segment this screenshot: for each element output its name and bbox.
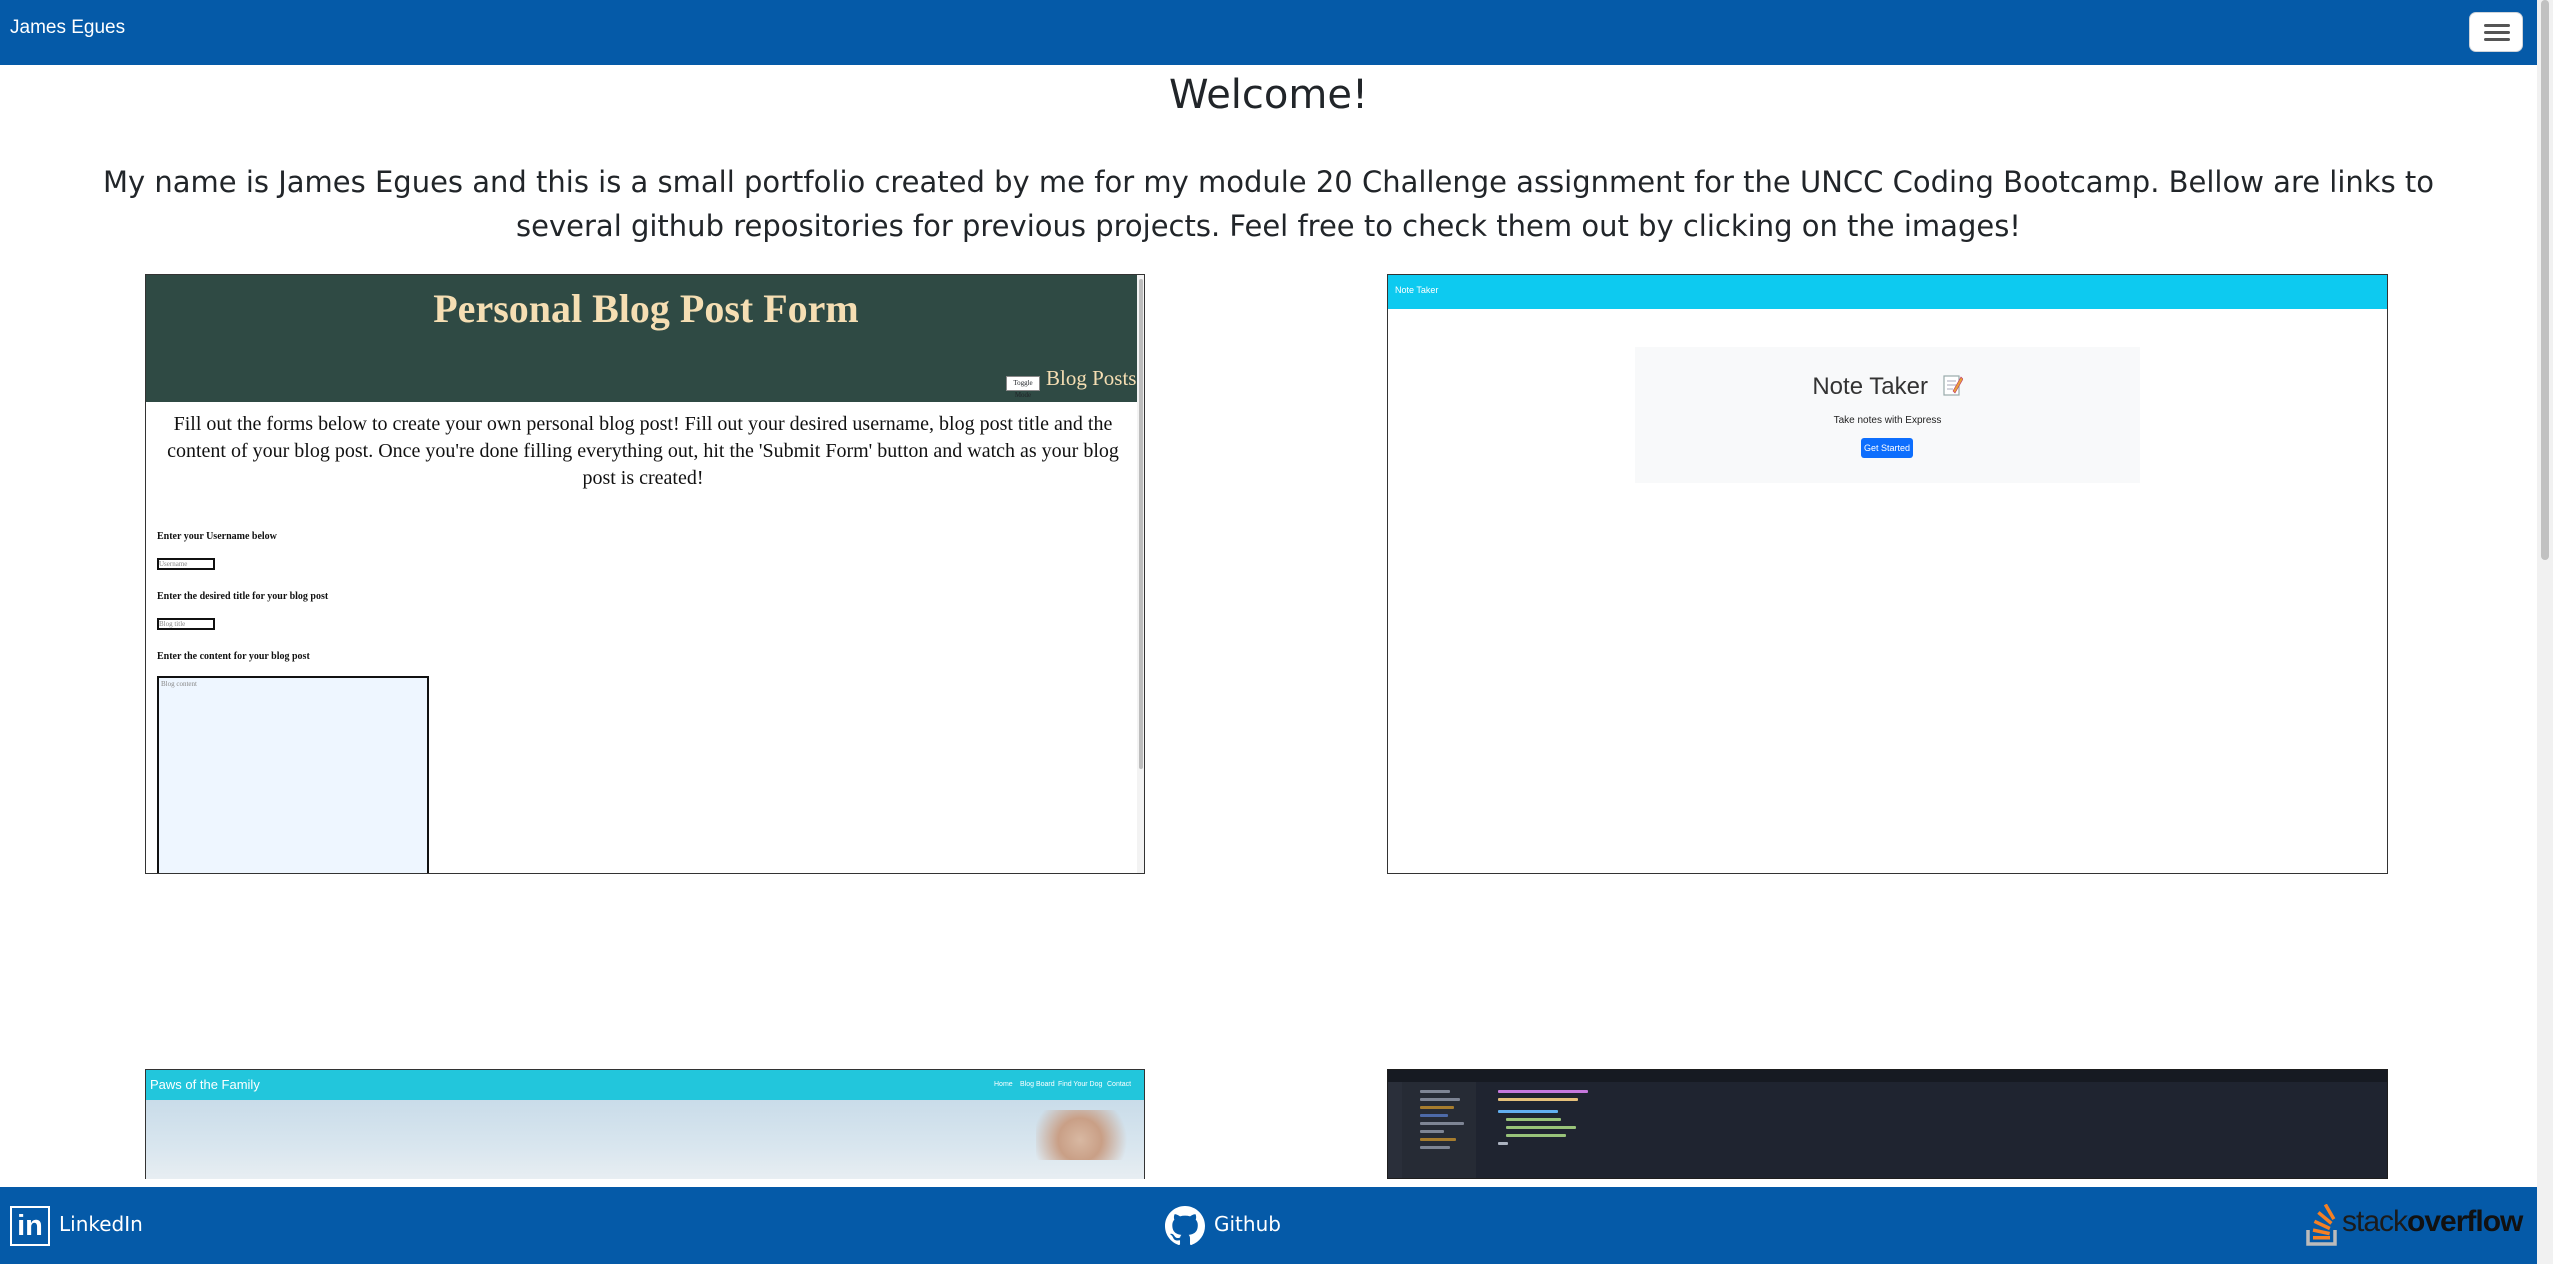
code-editor-image bbox=[1388, 1070, 2387, 1178]
paws-nav-find-your-dog: Find Your Dog bbox=[1058, 1081, 1103, 1088]
blog-title: Personal Blog Post Form bbox=[433, 286, 859, 331]
stackoverflow-link[interactable]: stackoverflow bbox=[2342, 1205, 2523, 1239]
project-card-blog[interactable]: Personal Blog Post Form Toggle Mode Blog… bbox=[145, 274, 1145, 874]
intro-paragraph: My name is James Egues and this is a sma… bbox=[102, 165, 2435, 243]
get-started-button: Get Started bbox=[1861, 438, 1913, 458]
preview-scrollbar-thumb bbox=[1139, 279, 1143, 769]
paws-navbar: Paws of the Family Home Blog Board Find … bbox=[146, 1070, 1144, 1100]
stackoverflow-text-b: overflow bbox=[2407, 1205, 2523, 1238]
hamburger-icon-bar bbox=[2484, 38, 2510, 41]
toggle-mode-button: Toggle Mode bbox=[1006, 376, 1040, 399]
github-icon[interactable] bbox=[1165, 1206, 1205, 1246]
hamburger-icon bbox=[2484, 24, 2510, 27]
menu-toggle-button[interactable] bbox=[2469, 12, 2523, 52]
notetaker-title-text: Note Taker bbox=[1812, 373, 1928, 400]
code-editor-explorer bbox=[1402, 1082, 1476, 1178]
blog-posts-link: Blog Posts bbox=[1046, 366, 1137, 390]
paws-nav-blog-board: Blog Board bbox=[1020, 1081, 1055, 1088]
blog-title-label: Enter the desired title for your blog po… bbox=[157, 591, 329, 602]
notetaker-navbar: Note Taker bbox=[1388, 275, 2387, 309]
page-scrollbar-thumb[interactable] bbox=[2541, 0, 2549, 560]
project-card-notetaker[interactable]: Note Taker Note Taker Take notes with Ex… bbox=[1387, 274, 2388, 874]
notetaker-subtitle: Take notes with Express bbox=[1833, 415, 1942, 426]
blog-title-field: Blog title bbox=[157, 618, 215, 630]
notetaker-jumbotron: Note Taker Take notes with Express Get S… bbox=[1635, 347, 2140, 483]
github-link[interactable]: Github bbox=[1214, 1212, 1281, 1236]
username-label: Enter your Username below bbox=[157, 531, 277, 542]
page-title: Welcome! bbox=[1168, 72, 1368, 118]
blog-content-label: Enter the content for your blog post bbox=[157, 651, 310, 662]
code-editor-titlebar bbox=[1388, 1070, 2387, 1082]
notetaker-title: Note Taker bbox=[1635, 373, 2140, 401]
paws-nav-home: Home bbox=[994, 1081, 1013, 1088]
navbar: James Egues bbox=[0, 0, 2537, 65]
paws-hero-blossom bbox=[1036, 1110, 1144, 1160]
project-card-code[interactable] bbox=[1387, 1069, 2388, 1179]
paws-hero-image bbox=[146, 1100, 1144, 1179]
paws-brand: Paws of the Family bbox=[150, 1077, 260, 1092]
blog-intro: Fill out the forms below to create your … bbox=[167, 413, 1119, 489]
stackoverflow-icon[interactable] bbox=[2305, 1204, 2341, 1246]
stackoverflow-text-a: stack bbox=[2342, 1205, 2408, 1238]
username-field: Username bbox=[157, 558, 215, 570]
memo-icon bbox=[1943, 375, 1964, 396]
blog-header: Personal Blog Post Form Toggle Mode Blog… bbox=[146, 275, 1144, 402]
project-card-paws[interactable]: Paws of the Family Home Blog Board Find … bbox=[145, 1069, 1145, 1179]
linkedin-link[interactable]: LinkedIn bbox=[59, 1212, 143, 1236]
linkedin-icon[interactable]: in bbox=[10, 1206, 50, 1246]
code-editor-activitybar bbox=[1388, 1082, 1402, 1178]
footer: in LinkedIn Github stackoverflow bbox=[0, 1187, 2537, 1264]
navbar-brand[interactable]: James Egues bbox=[10, 17, 125, 39]
notetaker-brand: Note Taker bbox=[1395, 285, 1439, 295]
paws-nav-contact: Contact bbox=[1107, 1081, 1132, 1088]
hamburger-icon-bar bbox=[2484, 31, 2510, 34]
blog-content-field: Blog content bbox=[157, 676, 429, 873]
